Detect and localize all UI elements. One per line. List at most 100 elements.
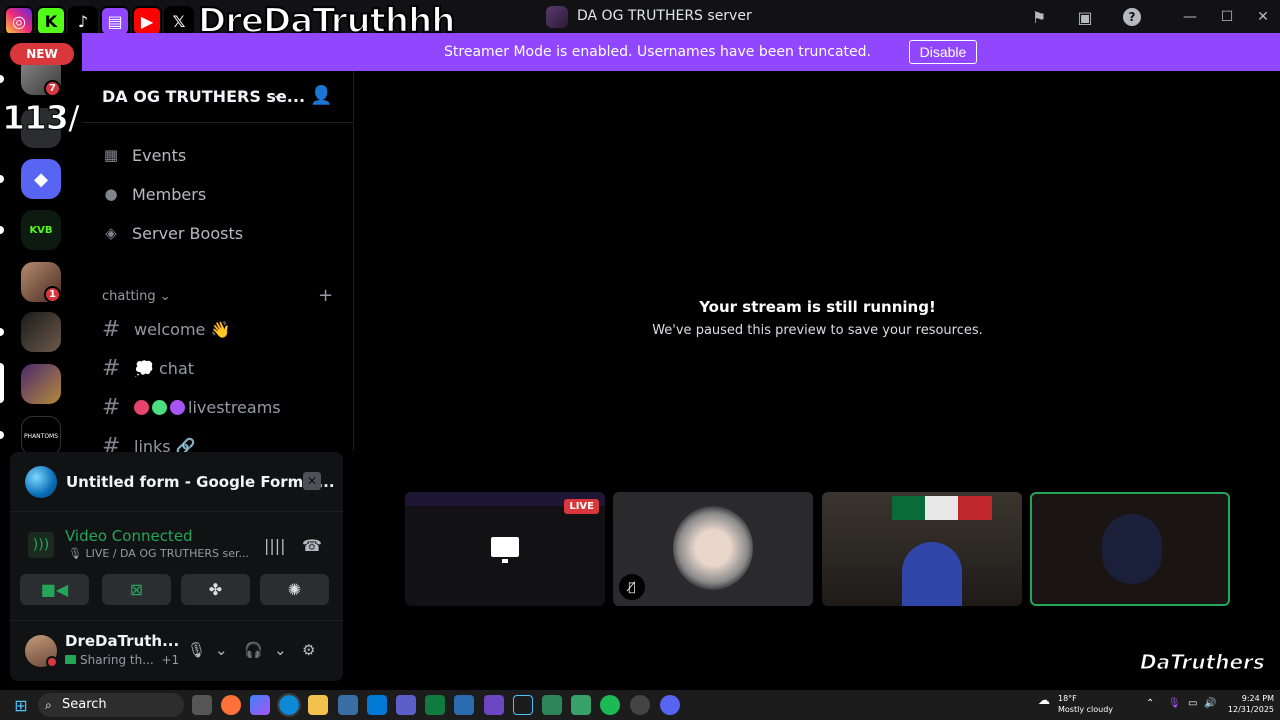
divider [82, 122, 354, 123]
flag-icon[interactable]: ⚑ [1028, 6, 1050, 28]
server-icon-3[interactable]: ◆ [21, 159, 61, 199]
nav-members[interactable]: ● Members [102, 182, 206, 206]
app-icon-15[interactable] [630, 695, 650, 715]
teams-icon[interactable] [396, 695, 416, 715]
participant-video [902, 542, 962, 606]
activity-header: Untitled form - Google Forms ... ✕ [10, 452, 343, 512]
tray-chevron-icon[interactable]: ⌃ [1146, 698, 1154, 709]
participant-video [1102, 514, 1162, 584]
status-dot [46, 656, 58, 668]
avatar[interactable] [25, 635, 58, 668]
disable-button[interactable]: Disable [909, 40, 977, 64]
selected-pip [0, 363, 4, 403]
channel-chat[interactable]: # 💭 chat [102, 355, 194, 381]
spotify-icon[interactable] [600, 695, 620, 715]
outlook-icon[interactable] [367, 695, 387, 715]
task-view-icon[interactable] [192, 695, 212, 715]
taskbar-search[interactable]: ⌕ Search [38, 693, 184, 717]
stream-tile-self[interactable] [1030, 492, 1230, 606]
nav-label: Members [132, 184, 207, 204]
mention-badge: 7 [44, 80, 61, 97]
file-explorer-icon[interactable] [308, 695, 328, 715]
cloud-icon: ☁ [1038, 693, 1050, 707]
mic-tray-icon[interactable]: 🎙 [1168, 698, 1181, 709]
server-icon-da-og-truthers[interactable] [21, 364, 61, 404]
unread-pip [0, 75, 4, 83]
nav-events[interactable]: ▦ Events [102, 143, 186, 167]
chevron-down-icon[interactable]: ⌄ [272, 87, 284, 103]
stream-tile-screen[interactable]: LIVE [405, 492, 605, 606]
volume-icon[interactable]: 🔊 [1204, 698, 1216, 709]
tiktok-icon: ♪ [68, 6, 98, 36]
server-icon-6[interactable] [21, 312, 61, 352]
stream-tile-user-3[interactable] [822, 492, 1022, 606]
camera-button[interactable]: ■◀ [20, 574, 89, 605]
calendar-icon: ▦ [103, 146, 119, 164]
voice-status[interactable]: Video Connected [65, 527, 193, 545]
nav-server-boosts[interactable]: ◈ Server Boosts [102, 221, 243, 245]
headphones-icon[interactable]: 🎧 [244, 641, 263, 659]
activities-button[interactable]: ✤ [181, 574, 250, 605]
windows-start-icon[interactable]: ⊞ [12, 696, 30, 715]
channel-welcome[interactable]: # welcome 👋 [102, 316, 230, 342]
new-pill[interactable]: NEW [10, 43, 74, 65]
members-icon: ● [104, 185, 118, 203]
voice-panel: Untitled form - Google Forms ... ✕ ))) V… [10, 452, 343, 681]
screen-share-button[interactable]: ⊠ [102, 574, 171, 605]
search-label: Search [62, 697, 107, 712]
user-name[interactable]: DreDaTruth... [65, 632, 179, 650]
category-chatting[interactable]: chatting ⌄ [102, 289, 171, 304]
hash-icon: # [102, 355, 121, 381]
stream-stage: Your stream is still running! We've paus… [355, 71, 1280, 690]
clock[interactable]: 9:24 PM 12/31/2025 [1224, 693, 1274, 715]
edge-icon[interactable] [277, 693, 301, 717]
stop-stream-icon[interactable]: ✕ [303, 472, 321, 490]
obs-icon[interactable] [425, 695, 445, 715]
soundboard-button[interactable]: ✺ [260, 574, 329, 605]
activity-title[interactable]: Untitled form - Google Forms ... [66, 473, 335, 491]
stream-tile-user-2[interactable]: 🎙̸ [613, 492, 813, 606]
copilot-icon[interactable] [250, 695, 270, 715]
firefox-icon[interactable] [221, 695, 241, 715]
gear-icon[interactable]: ⚙ [302, 641, 315, 659]
screen-share-icon: ⊠ [129, 580, 144, 599]
app-icon-12[interactable] [542, 695, 562, 715]
paused-title: Your stream is still running! [699, 298, 936, 316]
inbox-icon[interactable]: ▣ [1074, 6, 1096, 28]
weather-widget[interactable]: ☁ 18°F Mostly cloudy [1038, 693, 1113, 715]
taskbar: ⊞ ⌕ Search ☁ 18°F Mostly cloudy ⌃ 🎙 ▭ 🔊 9… [0, 690, 1280, 720]
minimize-button[interactable]: — [1179, 6, 1201, 28]
maximize-button[interactable]: ☐ [1216, 6, 1238, 28]
window-title: DA OG TRUTHERS server [577, 8, 752, 24]
disconnect-icon[interactable]: ☎ [302, 536, 322, 555]
search-icon: ⌕ [45, 698, 52, 712]
network-icon[interactable]: ▭ [1188, 698, 1197, 709]
user-panel: DreDaTruth... Sharing th... +1 🎙 ⌄ 🎧 ⌄ ⚙ [10, 620, 343, 681]
app-icon-10[interactable] [484, 695, 504, 715]
server-icon-phantoms[interactable]: PHANTOMS [21, 416, 61, 456]
boost-icon: ◈ [105, 224, 117, 242]
chevron-down-icon[interactable]: ⌄ [215, 641, 228, 659]
screen-share-icon [491, 537, 519, 563]
channel-label: 💭 chat [134, 358, 195, 378]
live-badge: LIVE [564, 499, 599, 514]
hash-icon: # [102, 316, 121, 342]
add-channel-icon[interactable]: + [318, 285, 333, 306]
app-icon-9[interactable] [454, 695, 474, 715]
voice-channel-label: LIVE / DA OG TRUTHERS ser... [85, 547, 249, 560]
mention-badge: 1 [44, 286, 61, 303]
server-icon-kvb[interactable]: KVB [21, 210, 61, 250]
app-icon-11[interactable] [513, 695, 533, 715]
channel-livestreams[interactable]: # livestreams [102, 394, 281, 420]
help-icon[interactable]: ? [1121, 6, 1143, 28]
unread-pip [0, 328, 4, 336]
mic-icon[interactable]: 🎙 [187, 641, 206, 659]
store-icon[interactable] [338, 695, 358, 715]
app-icon-13[interactable] [571, 695, 591, 715]
activities-icon: ✤ [208, 580, 223, 599]
invite-icon[interactable]: 👤 [310, 85, 332, 106]
close-window-button[interactable]: ✕ [1252, 6, 1274, 28]
discord-icon[interactable] [660, 695, 680, 715]
chevron-down-icon[interactable]: ⌄ [274, 641, 287, 659]
noise-suppression-icon[interactable]: |||| [264, 536, 286, 555]
